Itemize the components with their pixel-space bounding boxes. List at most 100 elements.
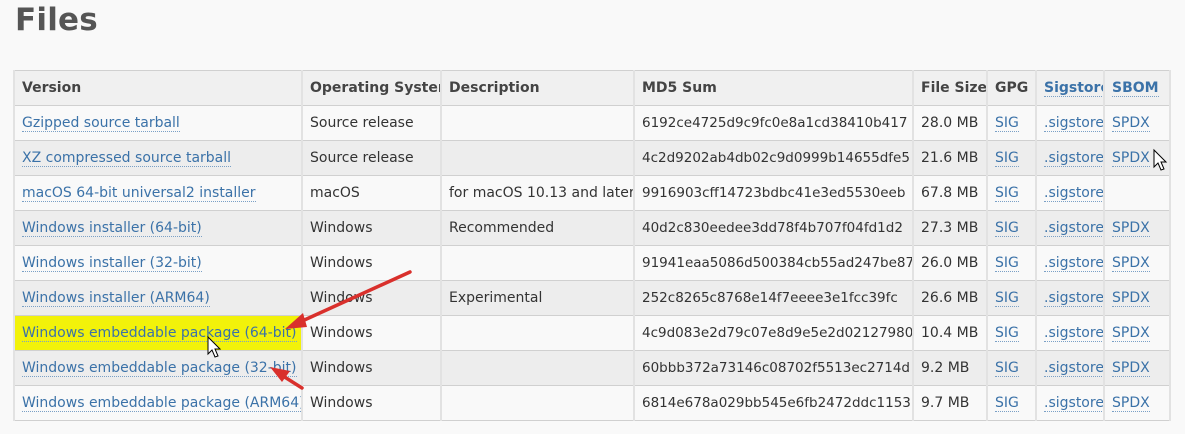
file-size-cell: 28.0 MB: [921, 115, 979, 131]
cell-sigstore: .sigstore: [1035, 280, 1105, 316]
gpg-sig-link[interactable]: SIG: [995, 150, 1019, 167]
gpg-sig-link[interactable]: SIG: [995, 290, 1019, 307]
sbom-spdx-link[interactable]: SPDX: [1112, 325, 1150, 342]
file-size-cell: 27.3 MB: [921, 220, 979, 236]
cell-os: Windows: [301, 280, 442, 316]
cell-size: 28.0 MB: [912, 105, 988, 141]
download-link[interactable]: Windows installer (ARM64): [22, 290, 210, 307]
table-row: Windows installer (64-bit) Windows Recomme…: [13, 210, 1171, 246]
sbom-spdx-link[interactable]: SPDX: [1112, 255, 1150, 272]
md5-cell: 60bbb372a73146c08702f5513ec2714d: [642, 360, 911, 376]
table-row: Windows embeddable package (ARM64) Window…: [13, 385, 1171, 421]
gpg-sig-link[interactable]: SIG: [995, 360, 1019, 377]
download-link[interactable]: Windows installer (32-bit): [22, 255, 202, 272]
download-link[interactable]: Windows embeddable package (ARM64): [22, 395, 300, 412]
download-link[interactable]: Gzipped source tarball: [22, 115, 180, 132]
table-row: Windows installer (ARM64) Windows Experime…: [13, 280, 1171, 316]
sigstore-link[interactable]: .sigstore: [1044, 325, 1102, 342]
cell-version: Windows installer (ARM64): [13, 280, 303, 316]
md5-cell: 4c9d083e2d79c07e8d9e5e2d02127980: [642, 325, 913, 341]
col-header-file-size: File Size: [912, 70, 988, 106]
cell-gpg: SIG: [986, 210, 1037, 246]
sbom-spdx-link[interactable]: SPDX: [1112, 150, 1150, 167]
os-cell: macOS: [310, 185, 360, 201]
gpg-sig-link[interactable]: SIG: [995, 395, 1019, 412]
description-cell: Recommended: [449, 220, 555, 236]
gpg-sig-link[interactable]: SIG: [995, 115, 1019, 132]
gpg-sig-link[interactable]: SIG: [995, 255, 1019, 272]
sbom-header-link[interactable]: SBOM: [1112, 80, 1159, 97]
sigstore-link[interactable]: .sigstore: [1044, 395, 1102, 412]
gpg-sig-link[interactable]: SIG: [995, 325, 1019, 342]
os-cell: Windows: [310, 220, 373, 236]
cell-sigstore: .sigstore: [1035, 105, 1105, 141]
cell-sbom: SPDX: [1103, 140, 1171, 176]
col-header-version: Version: [13, 70, 303, 106]
cell-md5: 9916903cff14723bdbc41e3ed5530eeb: [633, 175, 914, 211]
cell-md5: 4c9d083e2d79c07e8d9e5e2d02127980: [633, 315, 914, 351]
download-link[interactable]: Windows embeddable package (32-bit): [22, 360, 297, 377]
sbom-spdx-link[interactable]: SPDX: [1112, 115, 1150, 132]
description-cell: Experimental: [449, 290, 543, 306]
file-size-cell: 67.8 MB: [921, 185, 979, 201]
sigstore-link[interactable]: .sigstore: [1044, 255, 1102, 272]
cell-sigstore: .sigstore: [1035, 385, 1105, 421]
cell-description: [440, 105, 635, 141]
col-header-sbom: SBOM: [1103, 70, 1171, 106]
table-row: Windows installer (32-bit) Windows 91941ea…: [13, 245, 1171, 281]
table-row: XZ compressed source tarball Source relea…: [13, 140, 1171, 176]
cell-version: macOS 64-bit universal2 installer: [13, 175, 303, 211]
sigstore-header-link[interactable]: Sigstore: [1044, 80, 1102, 97]
os-cell: Source release: [310, 150, 414, 166]
gpg-sig-link[interactable]: SIG: [995, 220, 1019, 237]
cell-description: [440, 385, 635, 421]
cell-sigstore: .sigstore: [1035, 350, 1105, 386]
sbom-spdx-link[interactable]: SPDX: [1112, 220, 1150, 237]
md5-cell: 91941eaa5086d500384cb55ad247be87: [642, 255, 913, 271]
sbom-spdx-link[interactable]: SPDX: [1112, 290, 1150, 307]
cell-version: Windows installer (32-bit): [13, 245, 303, 281]
cell-size: 67.8 MB: [912, 175, 988, 211]
sigstore-link[interactable]: .sigstore: [1044, 185, 1102, 202]
cell-size: 21.6 MB: [912, 140, 988, 176]
sigstore-link[interactable]: .sigstore: [1044, 150, 1102, 167]
sbom-spdx-link[interactable]: SPDX: [1112, 360, 1150, 377]
cell-gpg: SIG: [986, 245, 1037, 281]
cell-size: 26.6 MB: [912, 280, 988, 316]
file-size-cell: 10.4 MB: [921, 325, 979, 341]
cell-version: Windows embeddable package (32-bit): [13, 350, 303, 386]
files-table: Version Operating System Description MD5…: [13, 70, 1171, 421]
cell-sbom: SPDX: [1103, 105, 1171, 141]
cell-sbom: SPDX: [1103, 385, 1171, 421]
gpg-sig-link[interactable]: SIG: [995, 185, 1019, 202]
cell-gpg: SIG: [986, 280, 1037, 316]
cell-sigstore: .sigstore: [1035, 140, 1105, 176]
cell-os: Windows: [301, 385, 442, 421]
os-cell: Source release: [310, 115, 414, 131]
table-row: Windows embeddable package (64-bit) Windo…: [13, 315, 1171, 351]
page-title: Files: [15, 2, 98, 38]
download-link[interactable]: Windows installer (64-bit): [22, 220, 202, 237]
sigstore-link[interactable]: .sigstore: [1044, 220, 1102, 237]
cell-size: 10.4 MB: [912, 315, 988, 351]
description-cell: for macOS 10.13 and later: [449, 185, 634, 201]
cell-os: Windows: [301, 210, 442, 246]
cell-description: for macOS 10.13 and later: [440, 175, 635, 211]
cell-gpg: SIG: [986, 140, 1037, 176]
cell-sigstore: .sigstore: [1035, 175, 1105, 211]
cell-sigstore: .sigstore: [1035, 245, 1105, 281]
download-link[interactable]: XZ compressed source tarball: [22, 150, 232, 167]
cell-sbom: SPDX: [1103, 280, 1171, 316]
table-row: Windows embeddable package (32-bit) Windo…: [13, 350, 1171, 386]
sbom-spdx-link[interactable]: SPDX: [1112, 395, 1150, 412]
sigstore-link[interactable]: .sigstore: [1044, 115, 1102, 132]
md5-cell: 40d2c830eedee3dd78f4b707f04fd1d2: [642, 220, 903, 236]
md5-cell: 4c2d9202ab4db02c9d0999b14655dfe5: [642, 150, 910, 166]
cell-os: macOS: [301, 175, 442, 211]
sigstore-link[interactable]: .sigstore: [1044, 360, 1102, 377]
cell-version: Windows installer (64-bit): [13, 210, 303, 246]
sigstore-link[interactable]: .sigstore: [1044, 290, 1102, 307]
download-link[interactable]: Windows embeddable package (64-bit): [22, 325, 297, 342]
download-link[interactable]: macOS 64-bit universal2 installer: [22, 185, 256, 202]
cell-md5: 40d2c830eedee3dd78f4b707f04fd1d2: [633, 210, 914, 246]
